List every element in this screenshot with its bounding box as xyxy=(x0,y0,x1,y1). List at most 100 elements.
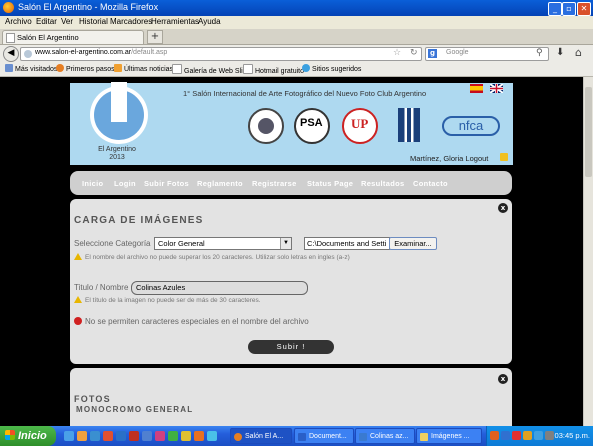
minimize-button[interactable]: _ xyxy=(548,2,562,16)
tray-icon[interactable] xyxy=(501,431,510,440)
clock[interactable]: 03:45 p.m. xyxy=(555,431,590,440)
nav-inicio[interactable]: Inicio xyxy=(82,179,103,188)
quicklaunch-icon[interactable] xyxy=(155,431,165,441)
tray-icon[interactable] xyxy=(512,431,521,440)
spanish-flag-icon[interactable] xyxy=(470,84,483,93)
menu-ver[interactable]: Ver xyxy=(61,17,73,26)
rss-icon xyxy=(114,64,122,72)
maximize-button[interactable]: ▫ xyxy=(562,2,576,16)
menu-bar: Archivo Editar Ver Historial Marcadores … xyxy=(0,16,593,29)
site-logo[interactable] xyxy=(90,82,148,144)
bookmark-sitios-sugeridos[interactable]: Sitios sugeridos xyxy=(302,64,361,73)
english-flag-icon[interactable] xyxy=(490,84,503,93)
fiap-logo-icon xyxy=(398,108,420,142)
window-title-bar[interactable]: Salón El Argentino - Mozilla Firefox _ ▫… xyxy=(0,0,593,16)
category-select[interactable]: Color General ▼ xyxy=(154,237,292,250)
fotos-panel: x FOTOS MONOCROMO GENERAL xyxy=(70,368,512,426)
home-icon[interactable]: ⌂ xyxy=(575,46,582,59)
task-colinas[interactable]: Colinas az... xyxy=(355,428,415,444)
bookmark-mas-visitados[interactable]: Más visitados xyxy=(5,64,57,73)
chevron-down-icon: ▼ xyxy=(280,238,291,249)
nav-contacto[interactable]: Contacto xyxy=(413,179,448,188)
nav-registrarse[interactable]: Registrarse xyxy=(252,179,297,188)
submit-button[interactable]: Subir ! xyxy=(248,340,334,354)
nav-status-page[interactable]: Status Page xyxy=(307,179,353,188)
start-button[interactable]: Inicio xyxy=(0,426,56,446)
menu-historial[interactable]: Historial xyxy=(79,17,108,26)
quicklaunch-icon[interactable] xyxy=(168,431,178,441)
google-icon[interactable]: g xyxy=(428,49,437,58)
nav-subir-fotos[interactable]: Subir Fotos xyxy=(144,179,189,188)
error-message: No se permiten caracteres especiales en … xyxy=(74,317,309,326)
fotos-title: FOTOS xyxy=(74,394,111,404)
menu-archivo[interactable]: Archivo xyxy=(5,17,32,26)
menu-editar[interactable]: Editar xyxy=(36,17,57,26)
task-document[interactable]: Document... xyxy=(294,428,354,444)
scrollbar-thumb[interactable] xyxy=(585,87,592,177)
task-label: Salón El A... xyxy=(245,433,284,440)
scrollbar[interactable] xyxy=(583,77,593,426)
logout-icon[interactable] xyxy=(500,153,508,161)
close-fotos-panel-button[interactable]: x xyxy=(498,374,508,384)
tray-icon[interactable] xyxy=(545,431,554,440)
close-window-button[interactable]: ✕ xyxy=(577,2,591,16)
uk-cross-icon xyxy=(490,84,503,93)
bookmark-hotmail[interactable]: Hotmail gratuito xyxy=(243,64,304,75)
task-label: Imágenes ... xyxy=(431,433,470,440)
bookmark-galeria-web-slice[interactable]: Galería de Web Slice xyxy=(172,64,250,75)
nav-login[interactable]: Login xyxy=(114,179,136,188)
menu-marcadores[interactable]: Marcadores xyxy=(110,17,152,26)
tab-salon[interactable]: Salón El Argentino xyxy=(2,30,144,44)
filename-warning-text: El nombre del archivo no puede superar l… xyxy=(85,254,350,261)
new-tab-button[interactable]: + xyxy=(147,30,163,44)
quicklaunch-icon[interactable] xyxy=(90,431,100,441)
firefox-icon xyxy=(56,64,64,72)
download-icon[interactable]: ⬇ xyxy=(556,47,564,58)
bookmark-primeros-pasos[interactable]: Primeros pasos xyxy=(56,64,115,73)
quicklaunch-icon[interactable] xyxy=(207,431,217,441)
tray-icon[interactable] xyxy=(490,431,499,440)
back-button[interactable]: ◀ xyxy=(3,46,19,62)
tray-icon[interactable] xyxy=(534,431,543,440)
file-path-input[interactable]: C:\Documents and Setti xyxy=(304,237,390,250)
quicklaunch-icon[interactable] xyxy=(103,431,113,441)
bookmark-label: Primeros pasos xyxy=(66,66,115,73)
bookmark-label: Galería de Web Slice xyxy=(184,68,251,75)
browse-button[interactable]: Examinar... xyxy=(389,237,437,250)
search-icon[interactable]: ⚲ xyxy=(536,48,543,58)
title-input[interactable]: Colinas Azules xyxy=(131,281,308,295)
quicklaunch-icon[interactable] xyxy=(64,431,74,441)
url-bar[interactable]: www.salon-el-argentino.com.ar/default.as… xyxy=(20,47,422,61)
task-imagenes[interactable]: Imágenes ... xyxy=(416,428,482,444)
quicklaunch-icon[interactable] xyxy=(129,431,139,441)
photoshop-icon xyxy=(359,433,367,441)
search-input[interactable]: g Google ⚲ xyxy=(425,47,549,61)
bookmark-ultimas-noticias[interactable]: Últimas noticias xyxy=(114,64,173,73)
page-content: El Argentino 2013 1° Salón Internacional… xyxy=(0,77,583,426)
quicklaunch-icon[interactable] xyxy=(142,431,152,441)
page-icon xyxy=(6,33,15,43)
reload-icon[interactable]: ↻ xyxy=(410,48,418,58)
task-firefox[interactable]: Salón El A... xyxy=(230,428,292,444)
tray-icon[interactable] xyxy=(523,431,532,440)
task-label: Document... xyxy=(309,433,347,440)
quicklaunch-icon[interactable] xyxy=(116,431,126,441)
bookmark-star-icon[interactable]: ☆ xyxy=(393,48,401,58)
site-nav-menu: Inicio Login Subir Fotos Reglamento Regi… xyxy=(70,171,512,195)
bookmarks-bar: Más visitados Primeros pasos Últimas not… xyxy=(0,62,593,77)
start-label: Inicio xyxy=(18,430,47,442)
nav-resultados[interactable]: Resultados xyxy=(361,179,404,188)
close-upload-panel-button[interactable]: x xyxy=(498,203,508,213)
menu-ayuda[interactable]: Ayuda xyxy=(198,17,221,26)
category-label: Seleccione Categoría xyxy=(74,239,151,248)
user-logout[interactable]: Martínez, Gloria Logout xyxy=(410,154,488,163)
quicklaunch-icon[interactable] xyxy=(194,431,204,441)
bookmark-label: Hotmail gratuito xyxy=(255,68,305,75)
tab-bar: Salón El Argentino + xyxy=(0,29,593,45)
nav-reglamento[interactable]: Reglamento xyxy=(197,179,243,188)
title-warning-text: El título de la imagen no puede ser de m… xyxy=(85,297,261,304)
quicklaunch-icon[interactable] xyxy=(181,431,191,441)
menu-herramientas[interactable]: Herramientas xyxy=(151,17,199,26)
quicklaunch-icon[interactable] xyxy=(77,431,87,441)
tab-label: Salón El Argentino xyxy=(17,33,79,42)
